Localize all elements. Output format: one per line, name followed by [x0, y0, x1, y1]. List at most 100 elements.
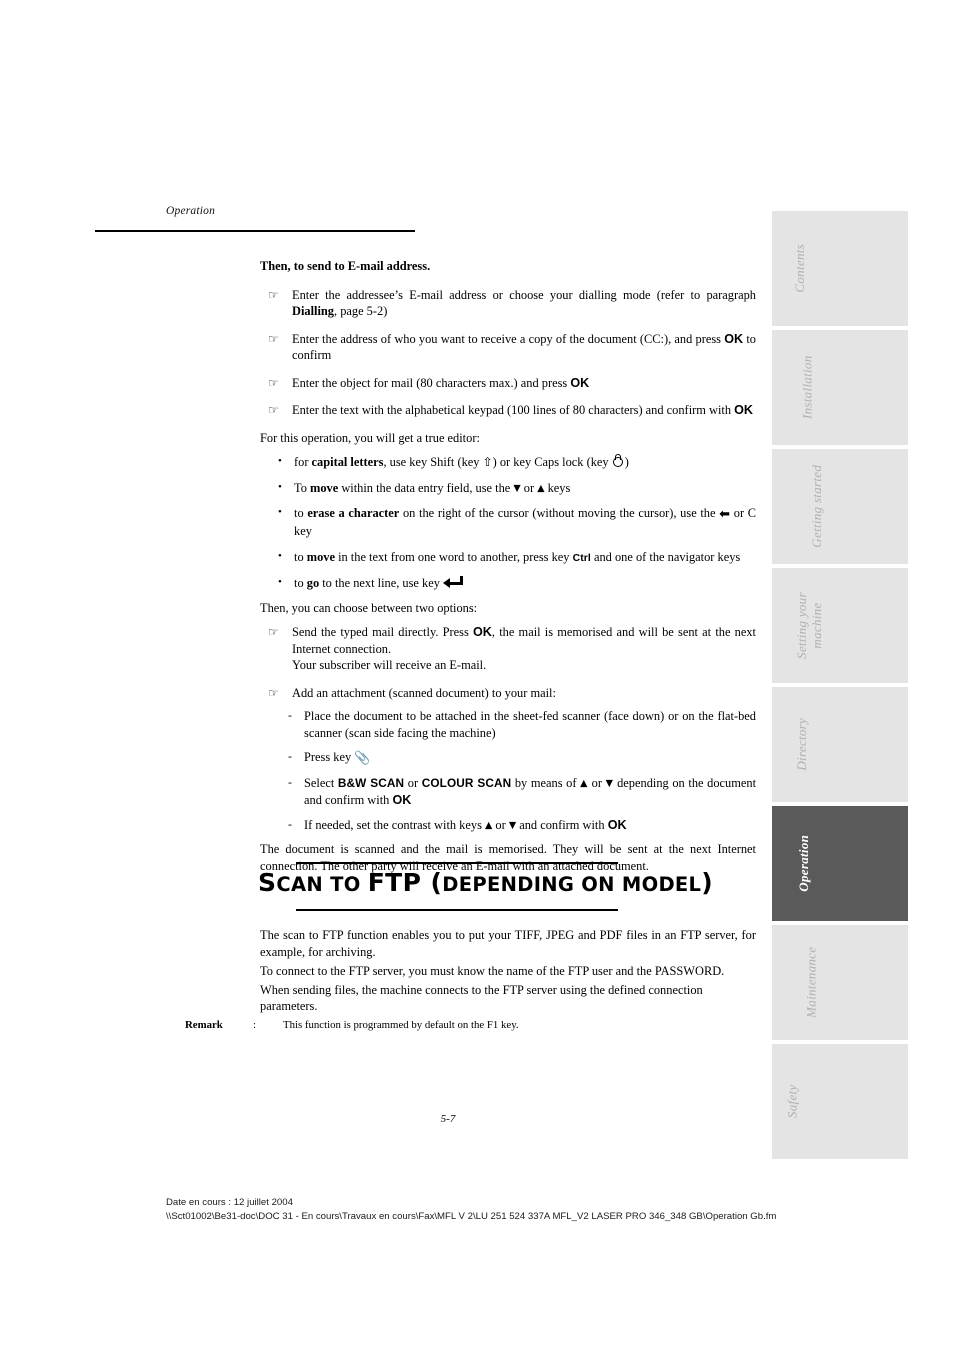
- running-header-chapter: Operation: [166, 205, 216, 217]
- bullet-dot-icon: •: [278, 506, 282, 519]
- pointing-hand-icon: ☞: [268, 685, 279, 700]
- attach-step-pre: If needed, set the contrast with keys: [304, 817, 485, 832]
- list-item-text-pre: Enter the object for mail (80 characters…: [292, 375, 571, 390]
- list-item: - Place the document to be attached in t…: [282, 708, 756, 741]
- bullet-text-c: or: [520, 480, 538, 495]
- remark-colon: :: [253, 1019, 256, 1031]
- pointing-hand-icon: ☞: [268, 624, 279, 639]
- page-number: 5-7: [440, 1113, 456, 1125]
- ctrl-key-label: Ctrl: [572, 552, 591, 564]
- sidebar-item-operation[interactable]: Operation: [772, 806, 908, 921]
- sidebar-item-installation[interactable]: Installation: [772, 330, 908, 445]
- list-item: - If needed, set the contrast with keys …: [282, 817, 756, 834]
- ok-key-label: OK: [724, 331, 744, 346]
- bullet-text-b: on the right of the cursor (without movi…: [399, 506, 720, 521]
- attach-step-mid2: by means of: [511, 776, 581, 791]
- list-item-text-pre: Enter the address of who you want to rec…: [292, 331, 725, 346]
- ftp-paragraph: When sending files, the machine connects…: [260, 982, 703, 1014]
- tab-label: Contents: [792, 244, 808, 293]
- bullet-text-d: ): [624, 454, 629, 469]
- tab-label: Directory: [794, 718, 810, 771]
- bullet-bold: move: [310, 480, 339, 495]
- main-text-column: Then, to send to E-mail address. ☞ Enter…: [260, 258, 756, 881]
- pointing-hand-icon: ☞: [268, 287, 279, 302]
- thumb-tab-strip: Contents Installation Getting started Se…: [772, 211, 908, 1163]
- attach-step-mid: or: [492, 817, 509, 832]
- header-rule: [95, 230, 415, 232]
- tab-vertical-text: Maintenance: [772, 925, 908, 1040]
- ok-key-label: OK: [392, 792, 412, 807]
- ok-key-label: OK: [473, 624, 492, 639]
- list-item: - Select B&W SCAN or COLOUR SCAN by mean…: [282, 775, 756, 808]
- enter-key-icon: [443, 575, 464, 589]
- bullet-text-a: to: [294, 506, 308, 521]
- bullet-bold: capital letters: [311, 454, 384, 469]
- dash-bullet-icon: -: [288, 749, 292, 763]
- attach-step-mid3: or: [588, 776, 606, 791]
- list-item-text-pre: Enter the text with the alphabetical key…: [292, 403, 735, 418]
- bullet-text-a: To: [294, 480, 310, 495]
- footer-date-line: Date en cours : 12 juillet 2004: [166, 1197, 293, 1208]
- tab-vertical-text: Getting started: [772, 449, 908, 564]
- tab-vertical-text: Safety: [772, 1044, 908, 1159]
- bullet-text-c: and one of the navigator keys: [590, 549, 741, 564]
- tab-label: Setting your machine: [793, 592, 824, 659]
- tab-vertical-text: Operation: [772, 806, 908, 921]
- attach-step-post: and confirm with: [516, 817, 608, 832]
- tab-label: Safety: [784, 1084, 800, 1119]
- sidebar-item-maintenance[interactable]: Maintenance: [772, 925, 908, 1040]
- sidebar-item-safety[interactable]: Safety: [772, 1044, 908, 1159]
- paperclip-icon: 📎: [354, 751, 371, 766]
- tab-label: Operation: [796, 835, 812, 892]
- sidebar-item-contents[interactable]: Contents: [772, 211, 908, 326]
- list-item-text-pre: Enter the addressee’s E-mail address or …: [292, 287, 756, 302]
- section-body: The scan to FTP function enables you to …: [260, 927, 756, 1017]
- pointing-hand-icon: ☞: [268, 403, 279, 418]
- bw-scan-label: B&W SCAN: [337, 776, 405, 791]
- title-part-1: S: [258, 868, 277, 897]
- sidebar-item-setting-your-machine[interactable]: Setting your machine: [772, 568, 908, 683]
- dash-bullet-icon: -: [288, 708, 292, 722]
- options-intro: Then, you can choose between two options…: [260, 601, 478, 616]
- bullet-dot-icon: •: [278, 549, 282, 562]
- ok-key-label: OK: [607, 817, 627, 832]
- list-item: ☞ Send the typed mail directly. Press OK…: [260, 624, 756, 674]
- tab-vertical-text: Setting your machine: [772, 568, 908, 683]
- section-rule-bottom: [296, 909, 618, 911]
- option-attach-label: Add an attachment (scanned document) to …: [292, 685, 556, 700]
- list-item: • to erase a character on the right of t…: [272, 505, 756, 540]
- ftp-paragraph: The scan to FTP function enables you to …: [260, 928, 756, 959]
- ok-key-label: OK: [570, 375, 590, 390]
- remark-label: Remark: [185, 1019, 223, 1031]
- list-item: ☞ Enter the addressee’s E-mail address o…: [260, 287, 756, 320]
- dash-bullet-icon: -: [288, 816, 292, 831]
- section-heading-block: SCAN TO FTP (DEPENDING ON MODEL): [258, 862, 758, 911]
- list-item: ☞ Enter the address of who you want to r…: [260, 331, 756, 364]
- tab-vertical-text: Installation: [772, 330, 908, 445]
- dash-bullet-icon: -: [288, 775, 292, 790]
- bullet-dot-icon: •: [278, 480, 282, 493]
- arrow-down-icon: ▼: [513, 482, 521, 494]
- sidebar-item-directory[interactable]: Directory: [772, 687, 908, 802]
- option-send-pre: Send the typed mail directly. Press: [292, 624, 474, 639]
- colour-scan-label: COLOUR SCAN: [421, 776, 512, 791]
- attach-step-text: Press key: [304, 750, 355, 764]
- list-item: • for capital letters, use key Shift (ke…: [272, 453, 756, 471]
- tab-label: Getting started: [809, 465, 825, 548]
- caps-lock-icon: [612, 453, 625, 468]
- editor-intro: For this operation, you will get a true …: [260, 431, 480, 446]
- attach-step-text: Place the document to be attached in the…: [304, 709, 756, 740]
- arrow-left-icon: ⬅: [719, 507, 731, 523]
- remark-text: This function is programmed by default o…: [283, 1019, 519, 1031]
- list-item: - Press key 📎: [282, 749, 756, 767]
- page-title: SCAN TO FTP (DEPENDING ON MODEL): [258, 862, 758, 897]
- attach-step-mid: or: [404, 776, 422, 791]
- list-item: ☞ Enter the text with the alphabetical k…: [260, 402, 756, 419]
- bullet-text-d: keys: [544, 480, 571, 495]
- title-part-5: ): [701, 868, 714, 897]
- sidebar-item-getting-started[interactable]: Getting started: [772, 449, 908, 564]
- ok-key-label: OK: [734, 403, 754, 418]
- option-send-line2: Your subscriber will receive an E-mail.: [292, 658, 487, 672]
- bullet-dot-icon: •: [278, 575, 282, 588]
- bullet-text-b: to the next line, use key: [319, 575, 444, 590]
